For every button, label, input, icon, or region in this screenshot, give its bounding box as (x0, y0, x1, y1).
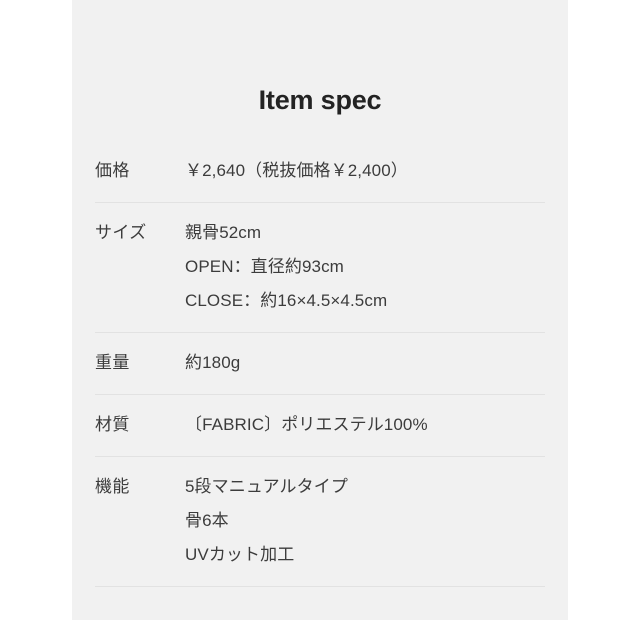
table-row: 機能 5段マニュアルタイプ 骨6本 UVカット加工 (95, 457, 545, 587)
spec-value-line: OPEN：直径約93cm (185, 256, 344, 276)
spec-value-line: 約180g (185, 352, 241, 372)
spec-label-function: 機能 (95, 476, 130, 496)
spec-value-line: 5段マニュアルタイプ (185, 476, 348, 496)
spec-table: 価格 ￥2,640（税抜価格￥2,400） サイズ 親骨52cm OPEN：直径… (72, 141, 568, 587)
spec-label-weight: 重量 (95, 352, 130, 372)
spec-value-material: 〔FABRIC〕ポリエステル100% (185, 408, 545, 442)
spec-value-line: 親骨52cm (185, 222, 262, 242)
spec-value-function: 5段マニュアルタイプ 骨6本 UVカット加工 (185, 470, 545, 572)
page-root: Item spec 価格 ￥2,640（税抜価格￥2,400） サイズ 親骨52… (0, 0, 640, 640)
item-spec-card: Item spec 価格 ￥2,640（税抜価格￥2,400） サイズ 親骨52… (72, 0, 568, 620)
spec-value-line: 骨6本 (185, 510, 229, 530)
page-title: Item spec (258, 85, 382, 115)
table-row: 材質 〔FABRIC〕ポリエステル100% (95, 395, 545, 457)
spec-value-price: ￥2,640（税抜価格￥2,400） (185, 154, 545, 188)
spec-value-weight: 約180g (185, 346, 545, 380)
table-row: サイズ 親骨52cm OPEN：直径約93cm CLOSE：約16×4.5×4.… (95, 203, 545, 333)
spec-value-line: ￥2,640（税抜価格￥2,400） (185, 160, 408, 180)
table-row: 価格 ￥2,640（税抜価格￥2,400） (95, 141, 545, 203)
spec-value-line: CLOSE：約16×4.5×4.5cm (185, 290, 388, 310)
spec-value-line: 〔FABRIC〕ポリエステル100% (185, 414, 428, 434)
table-row: 重量 約180g (95, 333, 545, 395)
spec-label-size: サイズ (95, 222, 147, 242)
spec-value-size: 親骨52cm OPEN：直径約93cm CLOSE：約16×4.5×4.5cm (185, 216, 545, 318)
spec-value-line: UVカット加工 (185, 544, 295, 564)
spec-label-price: 価格 (95, 160, 130, 180)
spec-label-material: 材質 (95, 414, 130, 434)
